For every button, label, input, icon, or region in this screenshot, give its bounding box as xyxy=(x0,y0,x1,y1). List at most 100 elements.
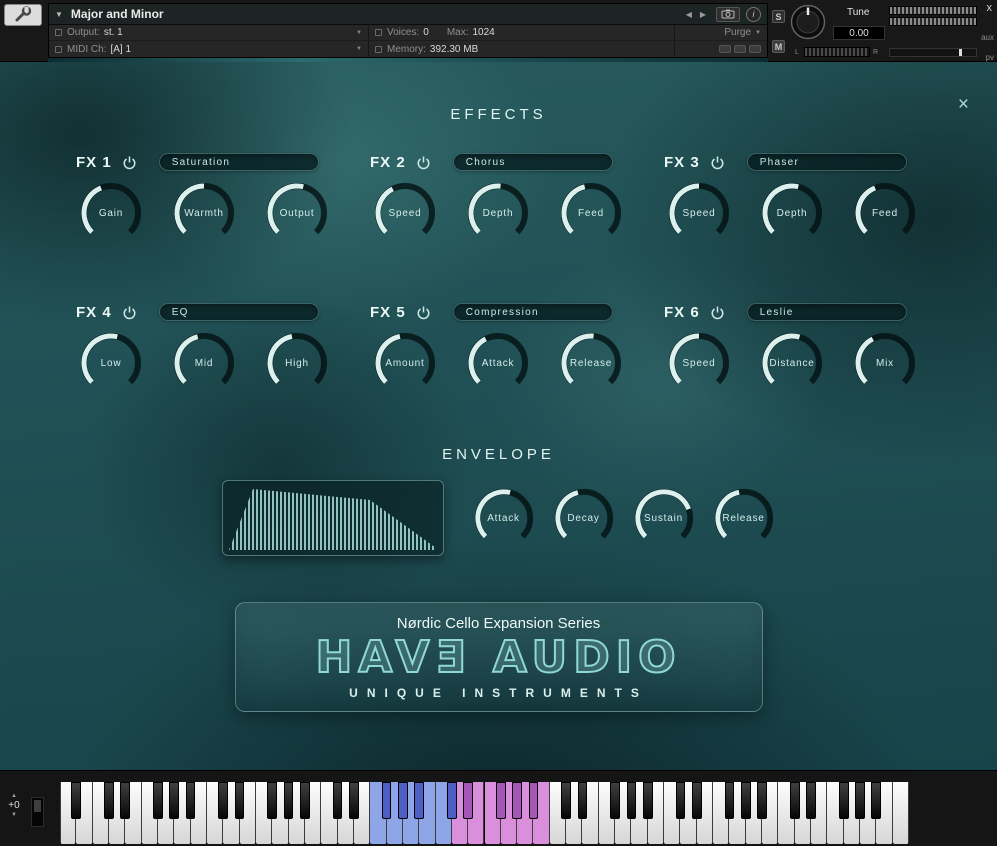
aux-button[interactable]: aux xyxy=(981,33,994,42)
header-mini-button-1[interactable] xyxy=(719,45,731,53)
fx-effect-select[interactable]: Phaser xyxy=(747,153,907,171)
knob-mix[interactable]: Mix xyxy=(852,330,918,396)
power-icon[interactable] xyxy=(416,155,431,170)
prev-instrument-icon[interactable]: ◀ xyxy=(686,10,692,19)
black-key[interactable] xyxy=(463,782,473,819)
volume-slider[interactable] xyxy=(889,48,977,57)
black-key[interactable] xyxy=(578,782,588,819)
pv-button[interactable]: pv xyxy=(986,53,994,62)
black-key[interactable] xyxy=(186,782,196,819)
black-key[interactable] xyxy=(741,782,751,819)
purge-dropdown-icon[interactable]: ▼ xyxy=(755,30,761,36)
pan-slider[interactable] xyxy=(804,47,870,57)
black-key[interactable] xyxy=(855,782,865,819)
knob-high[interactable]: High xyxy=(264,330,330,396)
black-key[interactable] xyxy=(414,782,424,819)
power-icon[interactable] xyxy=(122,305,137,320)
knob-feed[interactable]: Feed xyxy=(852,180,918,246)
black-key[interactable] xyxy=(120,782,130,819)
black-key[interactable] xyxy=(512,782,522,819)
transpose-down-icon[interactable]: ▼ xyxy=(11,812,17,818)
piano-keyboard[interactable] xyxy=(60,782,909,844)
black-key[interactable] xyxy=(676,782,686,819)
black-key[interactable] xyxy=(725,782,735,819)
black-key[interactable] xyxy=(529,782,539,819)
power-icon[interactable] xyxy=(122,155,137,170)
black-key[interactable] xyxy=(300,782,310,819)
black-key[interactable] xyxy=(349,782,359,819)
knob-sustain[interactable]: Sustain xyxy=(632,486,696,550)
knob-speed[interactable]: Speed xyxy=(666,180,732,246)
black-key[interactable] xyxy=(104,782,114,819)
header-mini-button-3[interactable] xyxy=(749,45,761,53)
fx-effect-select[interactable]: Chorus xyxy=(453,153,613,171)
black-key[interactable] xyxy=(757,782,767,819)
black-key[interactable] xyxy=(71,782,81,819)
knob-release[interactable]: Release xyxy=(712,486,776,550)
black-key[interactable] xyxy=(561,782,571,819)
knob-speed[interactable]: Speed xyxy=(372,180,438,246)
keyboard-scroll-handle[interactable] xyxy=(34,800,41,812)
black-key[interactable] xyxy=(382,782,392,819)
knob-speed[interactable]: Speed xyxy=(666,330,732,396)
black-key[interactable] xyxy=(169,782,179,819)
black-key[interactable] xyxy=(235,782,245,819)
power-icon[interactable] xyxy=(710,155,725,170)
output-dropdown-icon[interactable]: ▼ xyxy=(356,30,362,36)
black-key[interactable] xyxy=(871,782,881,819)
wrench-button[interactable] xyxy=(4,4,42,26)
knob-release[interactable]: Release xyxy=(558,330,624,396)
knob-gain[interactable]: Gain xyxy=(78,180,144,246)
close-instrument-icon[interactable]: x xyxy=(987,2,993,14)
power-icon[interactable] xyxy=(416,305,431,320)
next-instrument-icon[interactable]: ▶ xyxy=(700,10,706,19)
knob-warmth[interactable]: Warmth xyxy=(171,180,237,246)
effects-close-icon[interactable]: × xyxy=(958,95,969,114)
black-key[interactable] xyxy=(496,782,506,819)
black-key[interactable] xyxy=(692,782,702,819)
black-key[interactable] xyxy=(839,782,849,819)
knob-attack[interactable]: Attack xyxy=(472,486,536,550)
black-key[interactable] xyxy=(806,782,816,819)
envelope-display[interactable] xyxy=(222,480,444,556)
black-key[interactable] xyxy=(218,782,228,819)
black-key[interactable] xyxy=(790,782,800,819)
midi-channel-selector[interactable]: MIDI Ch: [A] 1 ▼ xyxy=(49,41,369,57)
mute-button[interactable]: M xyxy=(772,40,785,53)
knob-depth[interactable]: Depth xyxy=(759,180,825,246)
knob-low[interactable]: Low xyxy=(78,330,144,396)
black-key[interactable] xyxy=(333,782,343,819)
volume-slider-handle[interactable] xyxy=(959,49,962,56)
black-key[interactable] xyxy=(267,782,277,819)
keyboard-scrollbar[interactable] xyxy=(31,797,44,827)
header-mini-button-2[interactable] xyxy=(734,45,746,53)
tune-knob[interactable] xyxy=(790,4,826,45)
black-key[interactable] xyxy=(398,782,408,819)
knob-depth[interactable]: Depth xyxy=(465,180,531,246)
output-selector[interactable]: Output: st. 1 ▼ xyxy=(49,25,369,40)
knob-mid[interactable]: Mid xyxy=(171,330,237,396)
info-icon[interactable]: i xyxy=(746,7,761,22)
knob-output[interactable]: Output xyxy=(264,180,330,246)
black-key[interactable] xyxy=(153,782,163,819)
fx-effect-select[interactable]: Leslie xyxy=(747,303,907,321)
knob-decay[interactable]: Decay xyxy=(552,486,616,550)
collapse-arrow-icon[interactable]: ▼ xyxy=(55,10,63,19)
black-key[interactable] xyxy=(447,782,457,819)
tune-value[interactable]: 0.00 xyxy=(833,26,885,40)
fx-effect-select[interactable]: EQ xyxy=(159,303,319,321)
black-key[interactable] xyxy=(610,782,620,819)
knob-amount[interactable]: Amount xyxy=(372,330,438,396)
midi-dropdown-icon[interactable]: ▼ xyxy=(356,46,362,52)
solo-button[interactable]: S xyxy=(772,10,785,23)
knob-attack[interactable]: Attack xyxy=(465,330,531,396)
snapshot-camera-button[interactable] xyxy=(716,7,740,22)
black-key[interactable] xyxy=(627,782,637,819)
black-key[interactable] xyxy=(643,782,653,819)
knob-feed[interactable]: Feed xyxy=(558,180,624,246)
fx-effect-select[interactable]: Compression xyxy=(453,303,613,321)
black-key[interactable] xyxy=(284,782,294,819)
fx-effect-select[interactable]: Saturation xyxy=(159,153,319,171)
transpose-up-icon[interactable]: ▲ xyxy=(11,793,17,799)
knob-distance[interactable]: Distance xyxy=(759,330,825,396)
